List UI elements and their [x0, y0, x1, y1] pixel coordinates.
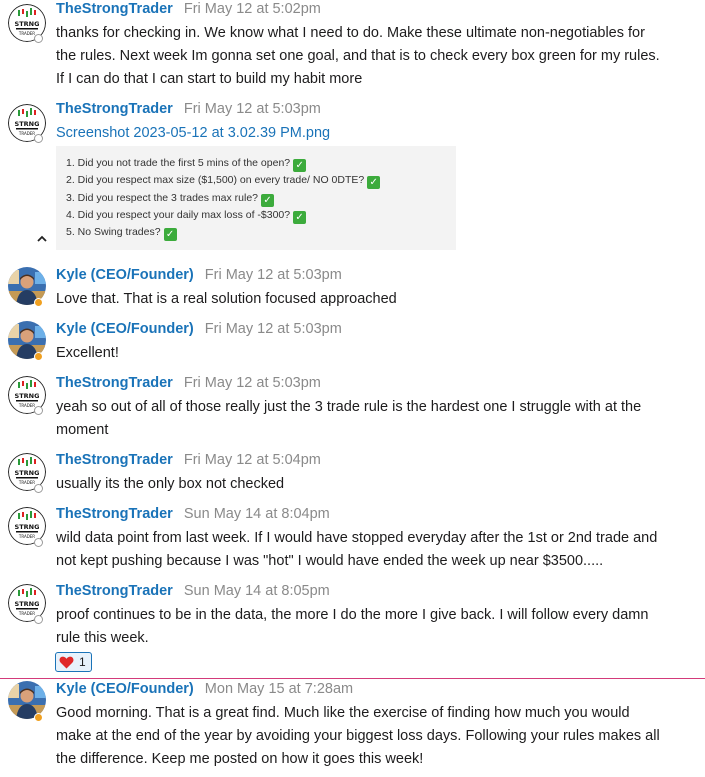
message-header: TheStrongTrader Fri May 12 at 5:03pm — [56, 101, 321, 117]
message-text: wild data point from last week. If I wou… — [56, 527, 681, 573]
message-text: Love that. That is a real solution focus… — [56, 288, 681, 311]
timestamp: Fri May 12 at 5:03pm — [183, 101, 321, 117]
message-header: Kyle (CEO/Founder) Fri May 12 at 5:03pm — [56, 321, 342, 337]
status-indicator — [34, 34, 43, 43]
text-line: Good morning. That is a great find. Much… — [56, 705, 630, 721]
author-name[interactable]: TheStrongTrader — [56, 101, 173, 117]
message-header: Kyle (CEO/Founder) Mon May 15 at 7:28am — [56, 681, 353, 697]
reaction-button[interactable]: 1 — [55, 652, 92, 672]
timestamp: Mon May 15 at 7:28am — [204, 681, 354, 697]
checkmark-icon: ✓ — [261, 193, 275, 207]
text-line: proof continues to be in the data, the m… — [56, 607, 649, 623]
message-header: TheStrongTrader Fri May 12 at 5:02pm — [56, 1, 321, 17]
collapse-chevron-icon[interactable] — [36, 233, 48, 245]
author-name[interactable]: Kyle (CEO/Founder) — [56, 321, 194, 337]
text-line: If I can do that I can start to build my… — [56, 71, 363, 87]
status-indicator — [34, 298, 43, 307]
reaction-count: 1 — [79, 655, 86, 669]
message-header: TheStrongTrader Sun May 14 at 8:04pm — [56, 506, 330, 522]
new-messages-divider — [0, 678, 705, 679]
status-indicator — [34, 538, 43, 547]
checkmark-icon: ✓ — [293, 159, 307, 172]
text-line: wild data point from last week. If I wou… — [56, 530, 658, 546]
message-header: Kyle (CEO/Founder) Fri May 12 at 5:03pm — [56, 267, 342, 283]
timestamp: Fri May 12 at 5:02pm — [183, 1, 321, 17]
text-line: the rules. Next week Im gonna set one go… — [56, 48, 660, 64]
checklist-item: 4. Did you respect your daily max loss o… — [66, 207, 456, 224]
author-name[interactable]: TheStrongTrader — [56, 1, 173, 17]
text-line: moment — [56, 422, 109, 438]
text-line: yeah so out of all of those really just … — [56, 399, 642, 415]
author-name[interactable]: TheStrongTrader — [56, 452, 173, 468]
message-text: yeah so out of all of those really just … — [56, 396, 681, 442]
timestamp: Fri May 12 at 5:03pm — [204, 267, 342, 283]
message-text: thanks for checking in. We know what I n… — [56, 22, 681, 91]
text-line: Love that. That is a real solution focus… — [56, 291, 397, 307]
text-line: make at the end of the year by avoiding … — [56, 728, 660, 744]
message-text: Good morning. That is a great find. Much… — [56, 702, 681, 771]
heart-icon — [59, 656, 74, 668]
timestamp: Fri May 12 at 5:04pm — [183, 452, 321, 468]
timestamp: Fri May 12 at 5:03pm — [204, 321, 342, 337]
status-indicator — [34, 615, 43, 624]
checklist: 1. Did you not trade the first 5 mins of… — [66, 155, 456, 242]
checklist-item: 3. Did you respect the 3 trades max rule… — [66, 190, 456, 207]
attachment-link[interactable]: Screenshot 2023-05-12 at 3.02.39 PM.png — [56, 125, 330, 141]
text-line: not kept pushing because I was "hot" I w… — [56, 553, 604, 569]
checkmark-icon: ✓ — [367, 176, 381, 190]
checklist-item: 1. Did you not trade the first 5 mins of… — [66, 155, 456, 172]
message-header: TheStrongTrader Fri May 12 at 5:03pm — [56, 375, 321, 391]
message-header: TheStrongTrader Fri May 12 at 5:04pm — [56, 452, 321, 468]
author-name[interactable]: Kyle (CEO/Founder) — [56, 267, 194, 283]
timestamp: Sun May 14 at 8:05pm — [183, 583, 330, 599]
message-text: usually its the only box not checked — [56, 473, 681, 496]
status-indicator — [34, 713, 43, 722]
author-name[interactable]: TheStrongTrader — [56, 506, 173, 522]
status-indicator — [34, 352, 43, 361]
message-text: Excellent! — [56, 342, 681, 365]
text-line: thanks for checking in. We know what I n… — [56, 25, 645, 41]
attachment-image[interactable]: 1. Did you not trade the first 5 mins of… — [56, 146, 456, 250]
author-name[interactable]: TheStrongTrader — [56, 375, 173, 391]
status-indicator — [34, 406, 43, 415]
text-line: the difference. Keep me posted on how it… — [56, 751, 424, 767]
author-name[interactable]: TheStrongTrader — [56, 583, 173, 599]
author-name[interactable]: Kyle (CEO/Founder) — [56, 681, 194, 697]
message-text: proof continues to be in the data, the m… — [56, 604, 681, 650]
checklist-item: 5. No Swing trades? ✓ — [66, 224, 456, 242]
text-line: Excellent! — [56, 345, 119, 361]
timestamp: Sun May 14 at 8:04pm — [183, 506, 330, 522]
message-header: TheStrongTrader Sun May 14 at 8:05pm — [56, 583, 330, 599]
status-indicator — [34, 484, 43, 493]
text-line: rule this week. — [56, 630, 149, 646]
checkmark-icon: ✓ — [163, 228, 177, 242]
timestamp: Fri May 12 at 5:03pm — [183, 375, 321, 391]
status-indicator — [34, 134, 43, 143]
checklist-item: 2. Did you respect max size ($1,500) on … — [66, 172, 456, 190]
text-line: usually its the only box not checked — [56, 476, 285, 492]
checkmark-icon: ✓ — [293, 210, 307, 224]
